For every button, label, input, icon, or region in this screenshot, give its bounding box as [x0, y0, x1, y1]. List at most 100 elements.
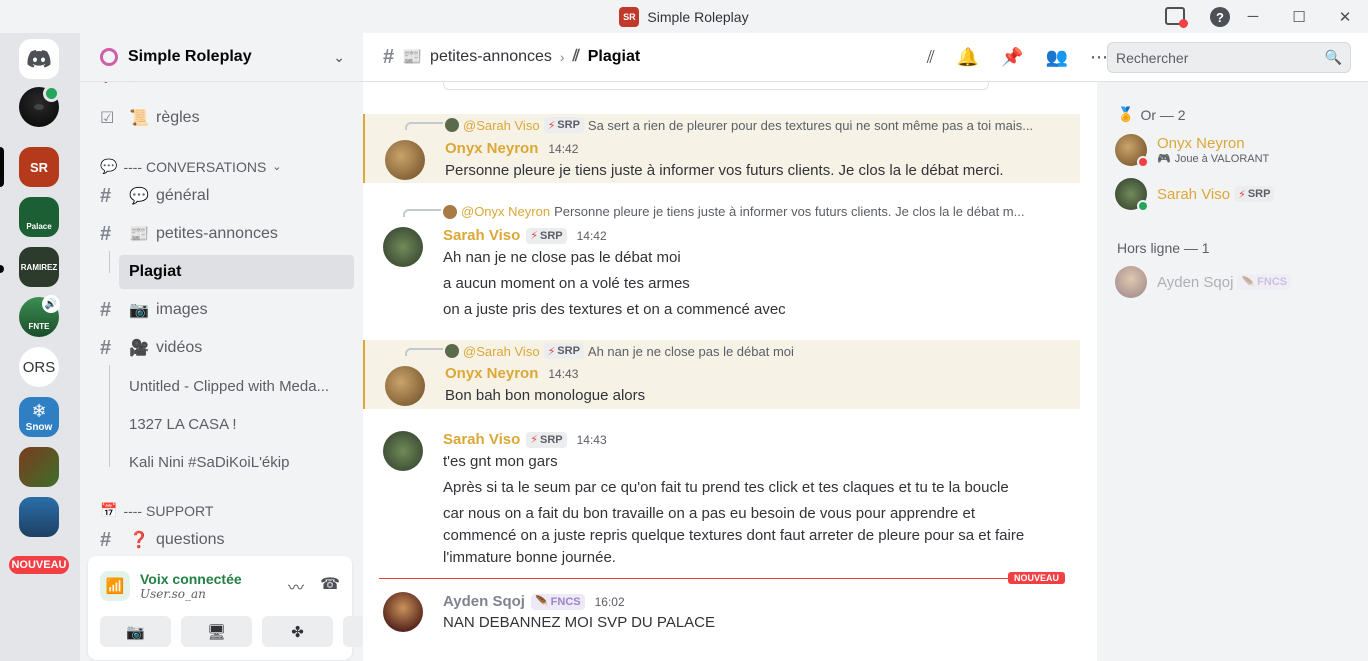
role-tag-icon: 🪶 — [1241, 276, 1256, 289]
guild-header[interactable]: Simple Roleplay ⌄ — [80, 33, 363, 82]
reply-author[interactable]: @Sarah Viso — [463, 118, 540, 133]
role-tag-label: SRP — [1247, 188, 1271, 200]
server-snow-label: Snow — [25, 422, 53, 433]
message-onyx-1[interactable]: @Sarah Viso ⚡ SRP Sa sert a rien de pleur… — [363, 114, 1080, 183]
reply-author[interactable]: @Sarah Viso — [463, 344, 540, 359]
minimize-button[interactable]: ─ — [1230, 0, 1276, 33]
message-onyx-2[interactable]: @Sarah Viso ⚡ SRP Ah nan je ne close pas … — [363, 340, 1080, 409]
earlier-message-fragment — [443, 82, 989, 90]
author-name[interactable]: Onyx Neyron — [445, 140, 538, 157]
timestamp: 14:42 — [548, 141, 579, 156]
maximize-button[interactable]: ☐ — [1276, 0, 1322, 33]
role-tag-label: SRP — [557, 345, 580, 357]
avatar-onyx[interactable] — [385, 366, 425, 406]
server-ramirez-icon[interactable]: RAMIREZ — [19, 247, 59, 287]
thread-kali-nini[interactable]: Kali Nini #SaDiKoiL'ékip — [129, 445, 354, 479]
reply-preview[interactable]: @Sarah Viso ⚡ SRP Ah nan je ne close pas … — [445, 343, 1055, 359]
hash-icon: # — [100, 298, 112, 321]
signal-icon[interactable]: 📶 — [100, 571, 130, 601]
reply-avatar — [445, 344, 459, 358]
server-dark-badge — [43, 85, 60, 102]
voice-subtitle[interactable]: User.so_an — [140, 587, 242, 601]
disconnect-icon[interactable]: ☎ — [320, 574, 340, 598]
member-name-row: Sarah Viso ⚡ SRP — [1157, 185, 1275, 203]
help-icon[interactable]: ? — [1210, 7, 1230, 27]
message-ayden[interactable]: Ayden Sqoj 🪶 FNCS 16:02 NAN DEBANNEZ MOI … — [363, 590, 1080, 650]
channel-header: # 📰 petites-annonces › ⫽ Plagiat ⫽ 🔔 📌 👥… — [363, 33, 1368, 82]
avatar-ayden[interactable] — [383, 592, 423, 632]
new-messages-badge[interactable]: NOUVEAU — [7, 554, 71, 576]
server-ors-icon[interactable]: ORS — [19, 347, 59, 387]
author-name[interactable]: Onyx Neyron — [445, 365, 538, 382]
channel-regles[interactable]: ☑ 📜 règles — [88, 101, 354, 135]
server-blue-icon[interactable] — [19, 497, 59, 537]
screen-share-button[interactable]: 🖥 — [181, 616, 252, 647]
role-tag: 🪶 FNCS — [530, 593, 585, 610]
avatar-sarah[interactable] — [383, 431, 423, 471]
member-sarah[interactable]: Sarah Viso ⚡ SRP — [1115, 174, 1355, 214]
author-name[interactable]: Sarah Viso — [443, 227, 520, 244]
server-unread-pill — [0, 265, 4, 273]
discord-home-icon[interactable] — [19, 39, 59, 79]
channel-videos[interactable]: # 🎥 vidéos — [88, 331, 354, 365]
snowflake-icon: ❄ — [31, 401, 47, 421]
reply-preview[interactable]: @Onyx Neyron Personne pleure je tiens ju… — [443, 204, 1053, 219]
bell-icon[interactable]: 🔔 — [957, 47, 979, 68]
member-name: Sarah Viso — [1157, 185, 1231, 203]
channel-petites-annonces[interactable]: # 📰 petites-annonces — [88, 217, 354, 251]
avatar-sarah[interactable] — [383, 227, 423, 267]
message-sarah-1[interactable]: @Onyx Neyron Personne pleure je tiens ju… — [363, 200, 1080, 330]
thread-la-casa[interactable]: 1327 LA CASA ! — [129, 407, 354, 441]
thread-untitled[interactable]: Untitled - Clipped with Meda... — [129, 369, 354, 403]
thread-plagiat[interactable]: Plagiat — [119, 255, 354, 289]
activities-button[interactable]: ✤ — [262, 616, 333, 647]
reply-avatar — [443, 204, 457, 219]
close-button[interactable]: ✕ — [1322, 0, 1368, 33]
message-sarah-2[interactable]: Sarah Viso ⚡ SRP 14:43 t'es gnt mon gars … — [363, 427, 1080, 572]
server-simple-roleplay-icon[interactable]: SR — [19, 147, 59, 187]
breadcrumb-channel[interactable]: petites-annonces — [430, 48, 552, 66]
reply-text: Sa sert a rien de pleurer pour des textu… — [587, 117, 1034, 133]
category-support[interactable]: 📅 ---- SUPPORT — [100, 502, 213, 519]
hash-icon: # — [100, 336, 112, 359]
author-row: Onyx Neyron 14:43 — [445, 365, 578, 382]
voice-title[interactable]: Voix connectée — [140, 571, 242, 587]
author-name[interactable]: Sarah Viso — [443, 431, 520, 448]
category-conversations-label: ---- CONVERSATIONS — [123, 158, 267, 175]
pin-icon[interactable]: 📌 — [1001, 47, 1023, 68]
author-name[interactable]: Ayden Sqoj — [443, 593, 525, 610]
message-line: NAN DEBANNEZ MOI SVP DU PALACE — [443, 614, 716, 631]
server-snow-icon[interactable]: ❄ Snow — [19, 397, 59, 437]
hash-icon: # — [383, 45, 395, 68]
member-onyx[interactable]: Onyx Neyron 🎮 Joue à VALORANT — [1115, 130, 1355, 170]
thread-plagiat-label: Plagiat — [129, 263, 182, 280]
search-input[interactable] — [1116, 49, 1325, 66]
timestamp: 14:43 — [548, 366, 579, 381]
threads-icon[interactable]: ⫽ — [927, 47, 935, 68]
noise-suppression-icon[interactable]: 〰 — [288, 574, 304, 598]
channel-questions[interactable]: # ❓ questions — [88, 523, 354, 557]
reply-spine — [403, 209, 441, 217]
guild-boost-icon — [100, 48, 118, 66]
member-ayden[interactable]: Ayden Sqoj 🪶 FNCS — [1115, 262, 1355, 302]
members-icon[interactable]: 👥 — [1046, 47, 1068, 68]
server-palace-icon[interactable]: Palace — [19, 197, 59, 237]
camera-off-button[interactable]: 📷 — [100, 616, 171, 647]
channel-general-label: général — [156, 187, 210, 204]
avatar-onyx[interactable] — [385, 140, 425, 180]
server-game-icon[interactable] — [19, 447, 59, 487]
channel-images[interactable]: # 📷 images — [88, 293, 354, 327]
online-status-icon — [1137, 200, 1149, 212]
more-icon[interactable]: ⋯ — [1090, 47, 1108, 68]
voice-connected-panel: 📶 Voix connectée User.so_an 〰 ☎ 📷 🖥 ✤ ♫ — [88, 556, 414, 660]
inbox-icon[interactable] — [1165, 7, 1188, 28]
video-camera-emoji-icon: 🎥 — [129, 340, 149, 357]
reply-text: Personne pleure je tiens juste à informe… — [554, 204, 1025, 219]
category-conversations[interactable]: 💬 ---- CONVERSATIONS ⌄ — [100, 158, 282, 175]
hash-icon: # — [100, 528, 112, 551]
reply-preview[interactable]: @Sarah Viso ⚡ SRP Sa sert a rien de pleur… — [445, 117, 1055, 133]
channel-general[interactable]: # 💬 général — [88, 179, 354, 213]
search-box[interactable]: 🔍 — [1107, 42, 1351, 73]
newspaper-emoji-icon: 📰 — [402, 49, 423, 66]
reply-author[interactable]: @Onyx Neyron — [461, 204, 550, 219]
